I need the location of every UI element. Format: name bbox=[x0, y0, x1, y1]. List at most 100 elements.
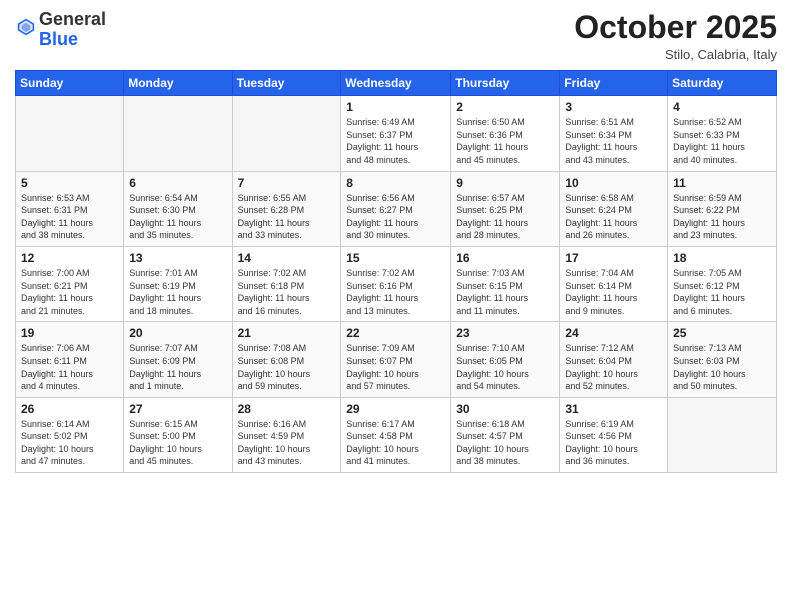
calendar-cell: 31 Sunrise: 6:19 AM Sunset: 4:56 PM Dayli… bbox=[560, 397, 668, 472]
day-number: 2 bbox=[456, 100, 554, 114]
calendar-cell: 19 Sunrise: 7:06 AM Sunset: 6:11 PM Dayli… bbox=[16, 322, 124, 397]
day-info: Sunrise: 6:18 AM Sunset: 4:57 PM Dayligh… bbox=[456, 418, 554, 468]
weekday-header-thursday: Thursday bbox=[451, 71, 560, 96]
day-info: Sunrise: 6:49 AM Sunset: 6:37 PM Dayligh… bbox=[346, 116, 445, 166]
weekday-header-tuesday: Tuesday bbox=[232, 71, 341, 96]
day-number: 3 bbox=[565, 100, 662, 114]
day-number: 6 bbox=[129, 176, 226, 190]
day-number: 17 bbox=[565, 251, 662, 265]
weekday-header-wednesday: Wednesday bbox=[341, 71, 451, 96]
calendar-cell: 3 Sunrise: 6:51 AM Sunset: 6:34 PM Daylig… bbox=[560, 96, 668, 171]
day-number: 13 bbox=[129, 251, 226, 265]
calendar-cell: 30 Sunrise: 6:18 AM Sunset: 4:57 PM Dayli… bbox=[451, 397, 560, 472]
week-row-4: 19 Sunrise: 7:06 AM Sunset: 6:11 PM Dayli… bbox=[16, 322, 777, 397]
day-info: Sunrise: 6:52 AM Sunset: 6:33 PM Dayligh… bbox=[673, 116, 771, 166]
weekday-header-friday: Friday bbox=[560, 71, 668, 96]
header: General Blue October 2025 Stilo, Calabri… bbox=[15, 10, 777, 62]
day-number: 4 bbox=[673, 100, 771, 114]
day-info: Sunrise: 7:05 AM Sunset: 6:12 PM Dayligh… bbox=[673, 267, 771, 317]
day-number: 25 bbox=[673, 326, 771, 340]
calendar-cell: 11 Sunrise: 6:59 AM Sunset: 6:22 PM Dayli… bbox=[668, 171, 777, 246]
calendar-cell: 20 Sunrise: 7:07 AM Sunset: 6:09 PM Dayli… bbox=[124, 322, 232, 397]
calendar-cell: 28 Sunrise: 6:16 AM Sunset: 4:59 PM Dayli… bbox=[232, 397, 341, 472]
weekday-header-sunday: Sunday bbox=[16, 71, 124, 96]
day-info: Sunrise: 7:08 AM Sunset: 6:08 PM Dayligh… bbox=[238, 342, 336, 392]
calendar-cell: 13 Sunrise: 7:01 AM Sunset: 6:19 PM Dayli… bbox=[124, 246, 232, 321]
calendar-cell: 24 Sunrise: 7:12 AM Sunset: 6:04 PM Dayli… bbox=[560, 322, 668, 397]
calendar-cell bbox=[232, 96, 341, 171]
calendar-cell: 23Sunrise: 7:10 AM Sunset: 6:05 PM Dayli… bbox=[451, 322, 560, 397]
day-info: Sunrise: 7:10 AM Sunset: 6:05 PM Dayligh… bbox=[456, 342, 554, 392]
day-number: 22 bbox=[346, 326, 445, 340]
calendar-cell: 6 Sunrise: 6:54 AM Sunset: 6:30 PM Daylig… bbox=[124, 171, 232, 246]
day-number: 30 bbox=[456, 402, 554, 416]
calendar-cell: 21Sunrise: 7:08 AM Sunset: 6:08 PM Dayli… bbox=[232, 322, 341, 397]
logo-icon bbox=[15, 16, 37, 38]
day-number: 14 bbox=[238, 251, 336, 265]
calendar-cell: 7Sunrise: 6:55 AM Sunset: 6:28 PM Daylig… bbox=[232, 171, 341, 246]
day-info: Sunrise: 6:50 AM Sunset: 6:36 PM Dayligh… bbox=[456, 116, 554, 166]
day-info: Sunrise: 7:12 AM Sunset: 6:04 PM Dayligh… bbox=[565, 342, 662, 392]
day-info: Sunrise: 7:01 AM Sunset: 6:19 PM Dayligh… bbox=[129, 267, 226, 317]
day-info: Sunrise: 7:13 AM Sunset: 6:03 PM Dayligh… bbox=[673, 342, 771, 392]
day-info: Sunrise: 7:04 AM Sunset: 6:14 PM Dayligh… bbox=[565, 267, 662, 317]
day-info: Sunrise: 7:00 AM Sunset: 6:21 PM Dayligh… bbox=[21, 267, 118, 317]
day-number: 7 bbox=[238, 176, 336, 190]
week-row-2: 5 Sunrise: 6:53 AM Sunset: 6:31 PM Daylig… bbox=[16, 171, 777, 246]
day-info: Sunrise: 6:17 AM Sunset: 4:58 PM Dayligh… bbox=[346, 418, 445, 468]
calendar-cell: 9Sunrise: 6:57 AM Sunset: 6:25 PM Daylig… bbox=[451, 171, 560, 246]
calendar-cell: 2 Sunrise: 6:50 AM Sunset: 6:36 PM Daylig… bbox=[451, 96, 560, 171]
day-number: 11 bbox=[673, 176, 771, 190]
day-number: 16 bbox=[456, 251, 554, 265]
day-info: Sunrise: 6:51 AM Sunset: 6:34 PM Dayligh… bbox=[565, 116, 662, 166]
day-number: 31 bbox=[565, 402, 662, 416]
calendar-cell: 12 Sunrise: 7:00 AM Sunset: 6:21 PM Dayli… bbox=[16, 246, 124, 321]
day-info: Sunrise: 6:53 AM Sunset: 6:31 PM Dayligh… bbox=[21, 192, 118, 242]
day-info: Sunrise: 6:15 AM Sunset: 5:00 PM Dayligh… bbox=[129, 418, 226, 468]
day-number: 24 bbox=[565, 326, 662, 340]
day-number: 12 bbox=[21, 251, 118, 265]
day-info: Sunrise: 7:06 AM Sunset: 6:11 PM Dayligh… bbox=[21, 342, 118, 392]
day-info: Sunrise: 7:09 AM Sunset: 6:07 PM Dayligh… bbox=[346, 342, 445, 392]
day-info: Sunrise: 7:02 AM Sunset: 6:16 PM Dayligh… bbox=[346, 267, 445, 317]
calendar-cell: 18 Sunrise: 7:05 AM Sunset: 6:12 PM Dayli… bbox=[668, 246, 777, 321]
day-number: 1 bbox=[346, 100, 445, 114]
day-info: Sunrise: 6:14 AM Sunset: 5:02 PM Dayligh… bbox=[21, 418, 118, 468]
day-number: 28 bbox=[238, 402, 336, 416]
day-number: 29 bbox=[346, 402, 445, 416]
day-info: Sunrise: 7:03 AM Sunset: 6:15 PM Dayligh… bbox=[456, 267, 554, 317]
day-info: Sunrise: 6:19 AM Sunset: 4:56 PM Dayligh… bbox=[565, 418, 662, 468]
calendar-cell: 15 Sunrise: 7:02 AM Sunset: 6:16 PM Dayli… bbox=[341, 246, 451, 321]
day-number: 18 bbox=[673, 251, 771, 265]
calendar-cell bbox=[668, 397, 777, 472]
calendar-cell: 5 Sunrise: 6:53 AM Sunset: 6:31 PM Daylig… bbox=[16, 171, 124, 246]
day-number: 19 bbox=[21, 326, 118, 340]
day-number: 9 bbox=[456, 176, 554, 190]
logo-blue-text: Blue bbox=[39, 29, 78, 49]
calendar-cell: 29 Sunrise: 6:17 AM Sunset: 4:58 PM Dayli… bbox=[341, 397, 451, 472]
calendar-cell: 27 Sunrise: 6:15 AM Sunset: 5:00 PM Dayli… bbox=[124, 397, 232, 472]
day-number: 20 bbox=[129, 326, 226, 340]
day-info: Sunrise: 6:16 AM Sunset: 4:59 PM Dayligh… bbox=[238, 418, 336, 468]
weekday-header-saturday: Saturday bbox=[668, 71, 777, 96]
day-info: Sunrise: 6:56 AM Sunset: 6:27 PM Dayligh… bbox=[346, 192, 445, 242]
calendar-table: SundayMondayTuesdayWednesdayThursdayFrid… bbox=[15, 70, 777, 473]
calendar-cell: 4 Sunrise: 6:52 AM Sunset: 6:33 PM Daylig… bbox=[668, 96, 777, 171]
logo: General Blue bbox=[15, 10, 106, 50]
day-number: 26 bbox=[21, 402, 118, 416]
calendar-cell bbox=[16, 96, 124, 171]
week-row-5: 26 Sunrise: 6:14 AM Sunset: 5:02 PM Dayli… bbox=[16, 397, 777, 472]
week-row-1: 1 Sunrise: 6:49 AM Sunset: 6:37 PM Daylig… bbox=[16, 96, 777, 171]
day-number: 5 bbox=[21, 176, 118, 190]
calendar-cell: 22 Sunrise: 7:09 AM Sunset: 6:07 PM Dayli… bbox=[341, 322, 451, 397]
week-row-3: 12 Sunrise: 7:00 AM Sunset: 6:21 PM Dayli… bbox=[16, 246, 777, 321]
day-number: 27 bbox=[129, 402, 226, 416]
day-number: 15 bbox=[346, 251, 445, 265]
day-info: Sunrise: 6:54 AM Sunset: 6:30 PM Dayligh… bbox=[129, 192, 226, 242]
title-block: October 2025 Stilo, Calabria, Italy bbox=[574, 10, 777, 62]
location: Stilo, Calabria, Italy bbox=[574, 47, 777, 62]
weekday-header-monday: Monday bbox=[124, 71, 232, 96]
day-info: Sunrise: 6:59 AM Sunset: 6:22 PM Dayligh… bbox=[673, 192, 771, 242]
day-info: Sunrise: 7:07 AM Sunset: 6:09 PM Dayligh… bbox=[129, 342, 226, 392]
day-info: Sunrise: 7:02 AM Sunset: 6:18 PM Dayligh… bbox=[238, 267, 336, 317]
